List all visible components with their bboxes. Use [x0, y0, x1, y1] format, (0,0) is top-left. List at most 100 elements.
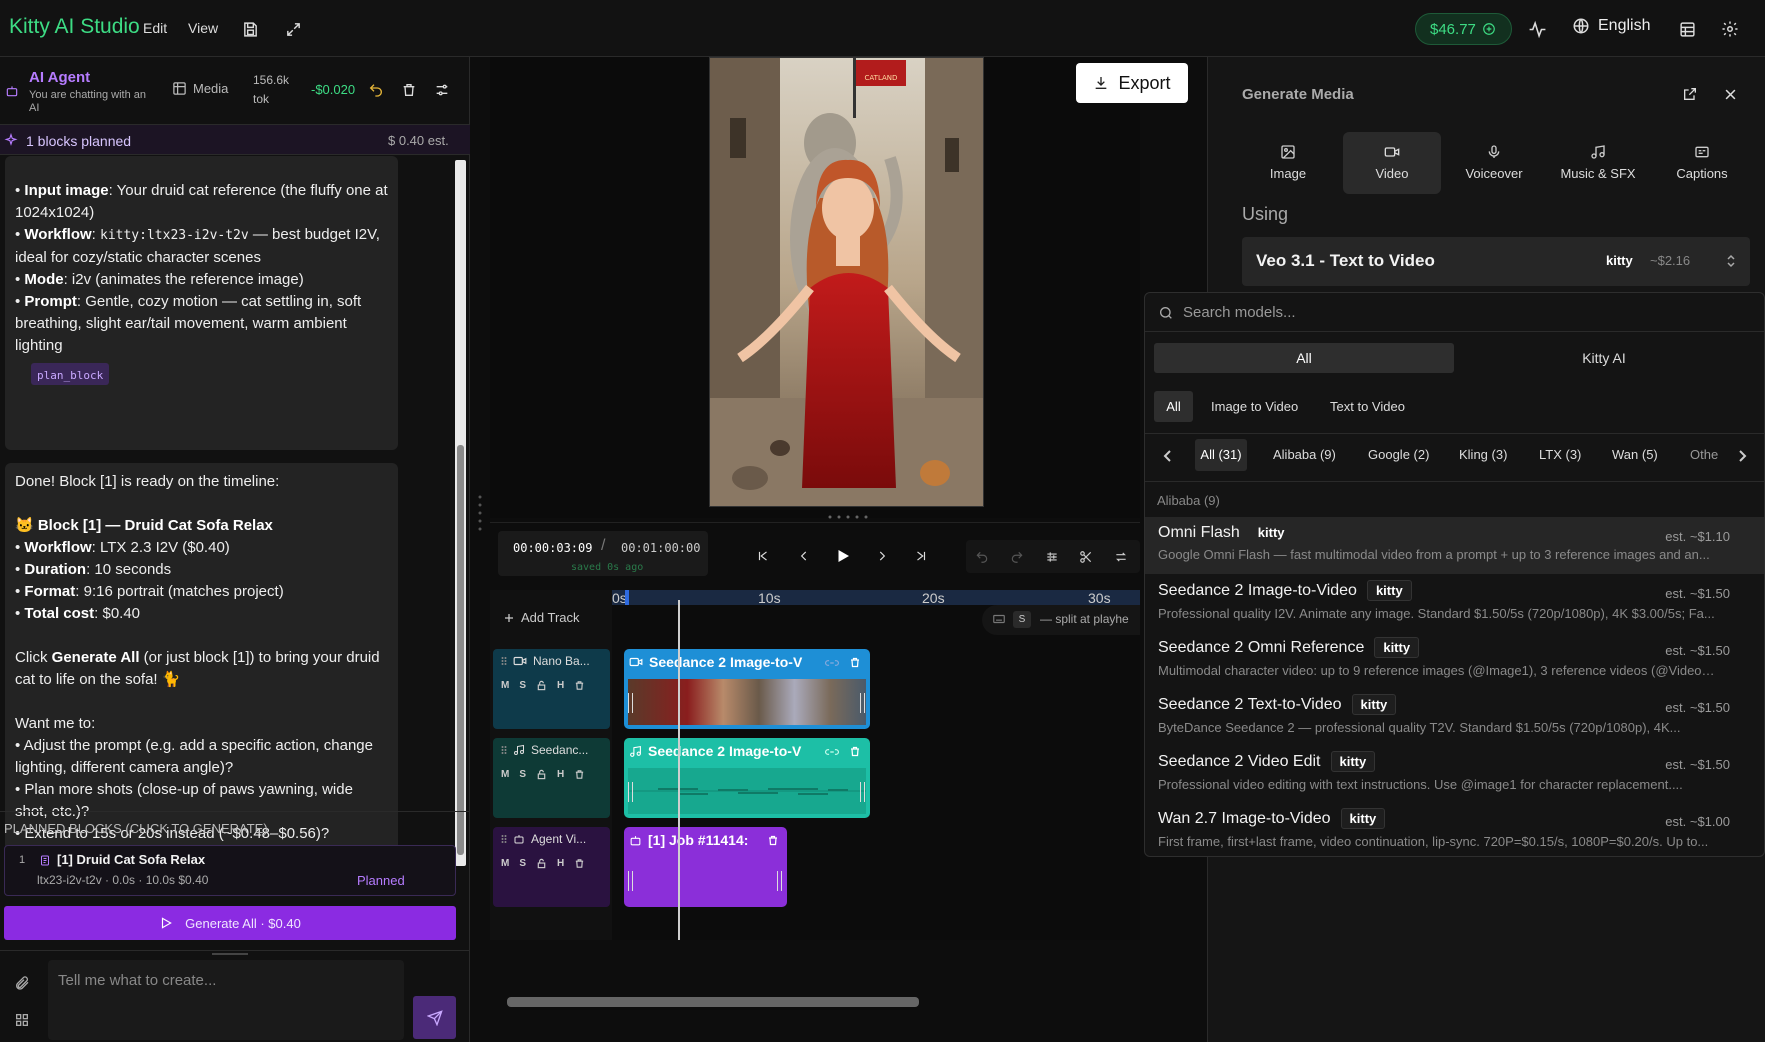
resize-handle[interactable] — [212, 953, 248, 955]
timeline-clip-agent[interactable]: [1] Job #11414: — [624, 827, 787, 907]
sliders-icon[interactable] — [432, 80, 452, 100]
layout-icon[interactable] — [1676, 18, 1698, 40]
attach-paperclip-icon[interactable] — [12, 973, 32, 993]
activity-icon[interactable] — [1526, 18, 1548, 40]
mute-button[interactable]: M — [501, 769, 509, 780]
clip-trim-handle-right[interactable] — [860, 782, 865, 802]
balance-badge[interactable]: $46.77 — [1415, 13, 1512, 45]
chevron-left-icon[interactable] — [1163, 449, 1173, 463]
undo-icon[interactable] — [972, 547, 992, 567]
chat-scrollbar-thumb[interactable] — [457, 445, 464, 855]
provider-chip-alibaba[interactable]: Alibaba (9) — [1273, 447, 1336, 462]
model-option[interactable]: Seedance 2 Video Edit kitty Professional … — [1145, 745, 1764, 802]
trash-icon[interactable] — [399, 80, 419, 100]
model-option[interactable]: Seedance 2 Image-to-Video kitty Professio… — [1145, 574, 1764, 631]
clip-trash-icon[interactable] — [849, 745, 861, 758]
playhead-marker[interactable] — [625, 590, 629, 605]
scissors-icon[interactable] — [1076, 547, 1096, 567]
playhead-line[interactable] — [678, 600, 680, 940]
model-option[interactable]: Seedance 2 Omni Reference kitty Multimoda… — [1145, 631, 1764, 688]
solo-button[interactable]: S — [519, 680, 526, 691]
send-button[interactable] — [413, 996, 456, 1039]
adjust-icon[interactable] — [1042, 547, 1062, 567]
mute-button[interactable]: M — [501, 858, 509, 869]
play-button[interactable] — [831, 544, 855, 568]
provider-chip-other[interactable]: Othe — [1690, 447, 1723, 462]
fullscreen-icon[interactable] — [283, 19, 303, 39]
close-icon[interactable] — [1720, 84, 1740, 104]
search-models-input[interactable]: Search models... — [1183, 304, 1296, 321]
save-icon[interactable] — [240, 19, 260, 39]
language-selector[interactable]: English — [1572, 17, 1650, 35]
tab-image[interactable]: Image — [1239, 132, 1337, 194]
skip-start-icon[interactable] — [753, 546, 773, 566]
lock-icon[interactable] — [536, 769, 547, 780]
swap-icon[interactable] — [1111, 547, 1131, 567]
provider-chip-all[interactable]: All (31) — [1195, 439, 1247, 471]
solo-button[interactable]: S — [519, 769, 526, 780]
lock-icon[interactable] — [536, 680, 547, 691]
clip-trash-icon[interactable] — [767, 834, 779, 847]
track-header-video[interactable]: Nano Ba... M S H — [493, 649, 610, 729]
planned-summary-bar[interactable]: 1 blocks planned $ 0.40 est. — [0, 124, 470, 155]
provider-chip-kling[interactable]: Kling (3) — [1459, 447, 1507, 462]
track-header-agent[interactable]: Agent Vi... M S H — [493, 827, 610, 907]
add-track-button[interactable]: Add Track — [503, 610, 580, 625]
scope-tab-kitty-ai[interactable]: Kitty AI — [1454, 343, 1754, 373]
lock-icon[interactable] — [536, 858, 547, 869]
clip-trim-handle-left[interactable] — [628, 782, 633, 802]
panel-splitter[interactable] — [478, 493, 482, 533]
preview-resize-handle[interactable] — [826, 515, 870, 519]
link-icon[interactable] — [825, 657, 839, 669]
timeline-ruler[interactable]: 0s 10s 20s 30s — [612, 590, 1140, 606]
chevron-right-icon[interactable] — [1737, 449, 1747, 463]
menu-view[interactable]: View — [188, 20, 218, 36]
track-trash-icon[interactable] — [574, 769, 585, 780]
chat-input[interactable]: Tell me what to create... — [48, 960, 404, 1040]
solo-button[interactable]: S — [519, 858, 526, 869]
settings-gear-icon[interactable] — [1719, 18, 1741, 40]
drag-handle-icon[interactable] — [501, 745, 507, 755]
tab-captions[interactable]: Captions — [1653, 132, 1751, 194]
model-option[interactable]: Omni Flash kitty Google Omni Flash — fast… — [1145, 517, 1764, 574]
clip-trash-icon[interactable] — [849, 656, 861, 669]
clip-trim-handle-left[interactable] — [628, 693, 633, 713]
generate-all-button[interactable]: Generate All · $0.40 — [4, 906, 456, 940]
mute-button[interactable]: M — [501, 680, 509, 691]
provider-chip-google[interactable]: Google (2) — [1368, 447, 1429, 462]
apps-grid-icon[interactable] — [12, 1010, 32, 1030]
media-toggle[interactable]: Media — [172, 81, 228, 96]
track-trash-icon[interactable] — [574, 858, 585, 869]
chat-scrollbar[interactable] — [455, 160, 466, 866]
step-back-icon[interactable] — [794, 546, 814, 566]
drag-handle-icon[interactable] — [501, 834, 507, 844]
type-tab-text-to-video[interactable]: Text to Video — [1330, 399, 1405, 414]
hide-button[interactable]: H — [557, 858, 564, 869]
hide-button[interactable]: H — [557, 769, 564, 780]
redo-icon[interactable] — [1007, 547, 1027, 567]
model-selector[interactable]: Veo 3.1 - Text to Video kitty ~$2.16 — [1242, 237, 1750, 286]
planned-block-item[interactable]: 1 [1] Druid Cat Sofa Relax ltx23-i2v-t2v… — [4, 845, 456, 896]
timeline-scroll-thumb[interactable] — [507, 997, 919, 1007]
clip-trim-handle-right[interactable] — [777, 871, 782, 891]
export-button[interactable]: Export — [1076, 63, 1188, 103]
tab-video[interactable]: Video — [1343, 132, 1441, 194]
undo-icon[interactable] — [366, 80, 386, 100]
popout-icon[interactable] — [1680, 84, 1700, 104]
type-tab-all[interactable]: All — [1154, 391, 1193, 422]
skip-end-icon[interactable] — [911, 546, 931, 566]
hide-button[interactable]: H — [557, 680, 564, 691]
video-preview-frame[interactable]: CATLAND — [709, 57, 984, 507]
provider-chip-wan[interactable]: Wan (5) — [1612, 447, 1658, 462]
link-icon[interactable] — [825, 746, 839, 758]
tab-music-sfx[interactable]: Music & SFX — [1549, 132, 1647, 194]
model-option[interactable]: Seedance 2 Text-to-Video kitty ByteDance … — [1145, 688, 1764, 745]
drag-handle-icon[interactable] — [501, 656, 507, 666]
track-trash-icon[interactable] — [574, 680, 585, 691]
step-forward-icon[interactable] — [872, 546, 892, 566]
type-tab-image-to-video[interactable]: Image to Video — [1211, 399, 1298, 414]
scope-tab-all[interactable]: All — [1154, 343, 1454, 373]
clip-trim-handle-left[interactable] — [628, 871, 633, 891]
clip-trim-handle-right[interactable] — [860, 693, 865, 713]
tab-voiceover[interactable]: Voiceover — [1445, 132, 1543, 194]
